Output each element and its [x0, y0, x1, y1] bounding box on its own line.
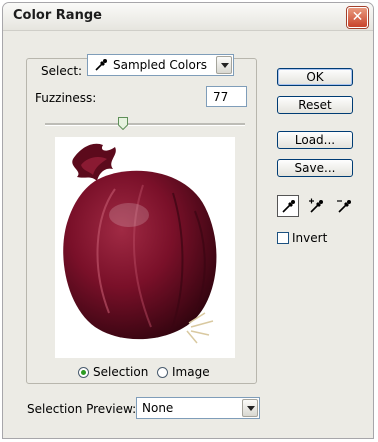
invert-label: Invert	[292, 231, 328, 245]
image-preview	[55, 137, 235, 358]
fuzziness-label: Fuzziness:	[35, 91, 97, 105]
close-icon: ✕	[351, 9, 364, 25]
selection-preview-value: None	[142, 401, 174, 415]
select-label: Select:	[41, 64, 83, 78]
fuzziness-slider-track[interactable]	[45, 123, 245, 126]
selection-preview-dropdown[interactable]: None	[136, 397, 260, 419]
dialog-title: Color Range	[13, 8, 102, 23]
invert-checkbox[interactable]: Invert	[277, 231, 327, 245]
eyedropper-icon	[95, 59, 107, 71]
chevron-down-icon[interactable]	[242, 399, 258, 417]
select-dropdown[interactable]: Sampled Colors	[87, 54, 234, 76]
reset-button[interactable]: Reset	[277, 96, 353, 114]
eyedropper-button[interactable]	[277, 195, 299, 217]
chevron-down-icon[interactable]	[216, 56, 232, 74]
ok-button[interactable]: OK	[277, 68, 353, 86]
radio-image-indicator[interactable]	[157, 366, 168, 378]
eyedropper-minus-icon	[337, 200, 351, 213]
radio-selection-label: Selection	[93, 365, 149, 379]
radio-image[interactable]: Image	[157, 365, 210, 379]
close-button[interactable]: ✕	[347, 7, 368, 28]
eyedropper-add-button[interactable]	[305, 195, 327, 217]
radio-selection-indicator[interactable]	[78, 366, 89, 378]
radio-selection[interactable]: Selection	[78, 365, 148, 379]
eyedropper-icon	[282, 200, 295, 213]
fuzziness-slider-thumb[interactable]	[118, 117, 128, 130]
selection-preview-label: Selection Preview:	[27, 402, 137, 416]
eyedropper-plus-icon	[309, 198, 323, 213]
title-bar: Color Range ✕	[3, 3, 373, 31]
onion-preview-image	[55, 137, 235, 358]
save-button[interactable]: Save...	[277, 159, 353, 177]
radio-image-label: Image	[172, 365, 210, 379]
color-range-dialog: Color Range ✕ Select: Sampled Colors Fuz…	[2, 2, 374, 439]
load-button[interactable]: Load...	[277, 131, 353, 149]
select-value: Sampled Colors	[113, 58, 208, 72]
eyedropper-subtract-button[interactable]	[333, 195, 355, 217]
invert-checkbox-box[interactable]	[277, 232, 289, 244]
fuzziness-input[interactable]: 77	[206, 86, 247, 107]
